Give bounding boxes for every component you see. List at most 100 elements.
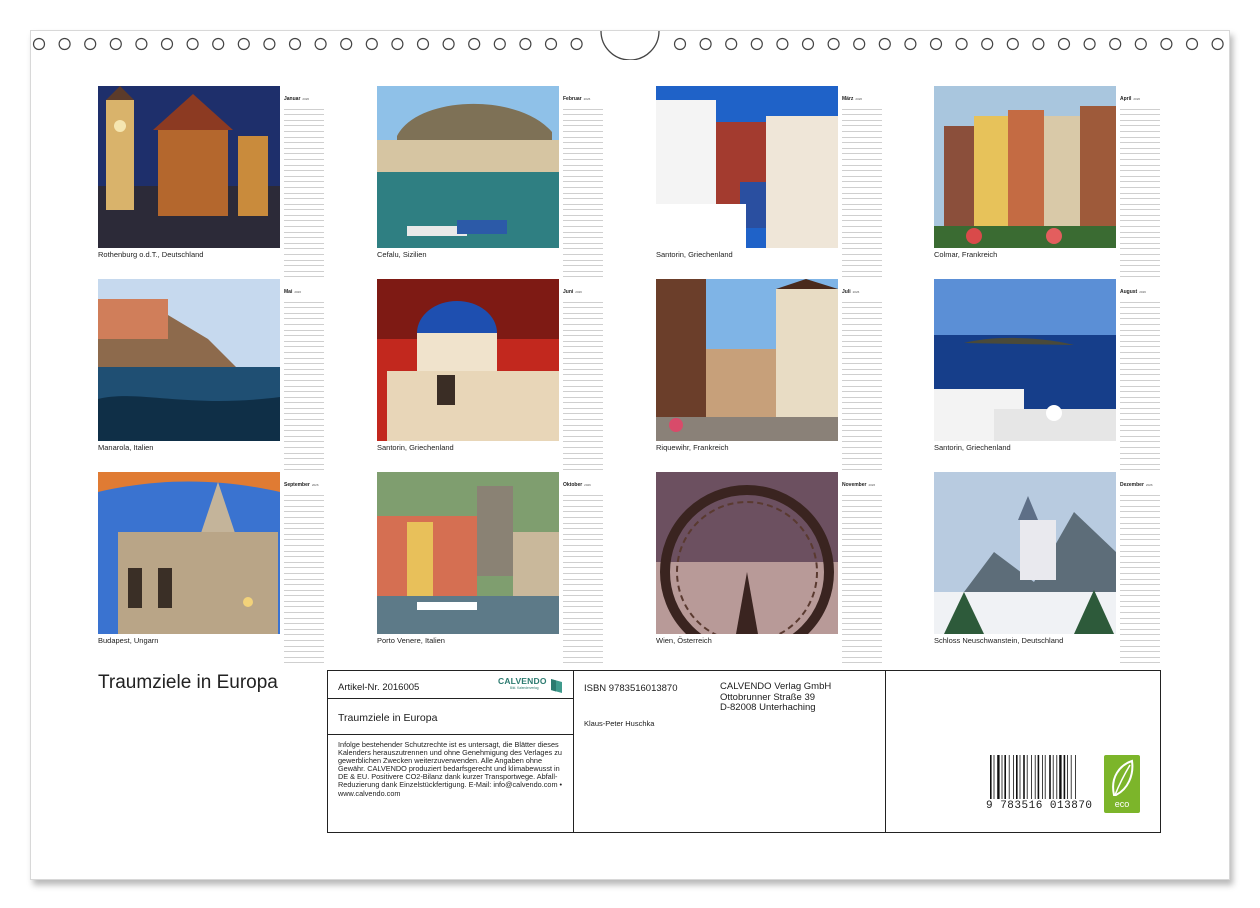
barcode-bar [1026,755,1028,799]
barcode-bar [1013,755,1014,799]
day-line [842,465,882,471]
month-photo [377,472,559,634]
binding-hole [212,37,225,51]
month-calendar: Juni 2026 [563,289,603,471]
month-photo [98,86,280,248]
logo-tagline: Bild. Kalenderverlag [510,686,539,690]
binding-hole [955,37,968,51]
article-number: Artikel-Nr. 2016005 [338,682,420,693]
binding-rings [32,30,1224,60]
calendar-title: Traumziele in Europa [98,672,278,693]
binding-hole [109,37,122,51]
barcode-bar [1001,755,1003,799]
photo-caption: Budapest, Ungarn [98,636,159,645]
day-line [284,658,324,664]
binding-hole [827,37,840,51]
info-column-product: Artikel-Nr. 2016005 CALVENDO Bild. Kalen… [328,671,574,832]
binding-hole [288,37,302,51]
barcode-bar [1023,755,1025,799]
day-lines [284,297,324,471]
day-lines [842,297,882,471]
month-label: Oktober [563,482,583,488]
month-name: Dezember 2026 [1120,482,1160,488]
day-lines [1120,490,1160,664]
photo-caption: Wien, Österreich [656,636,712,645]
month-label: August [1120,289,1138,295]
month-panel: Budapest, Ungarn September 2026 [98,472,338,664]
publisher-address: CALVENDO Verlag GmbH Ottobrunner Straße … [720,681,831,714]
month-year: 2026 [868,483,876,487]
month-photo [98,279,280,441]
binding-hole [237,37,250,51]
binding-hole [416,37,430,51]
calvendo-mark-icon [551,679,562,693]
month-panel: Santorin, Griechenland Juni 2026 [377,279,617,471]
month-photo [377,279,559,441]
barcode-bar [1019,755,1021,799]
photo-caption: Santorin, Griechenland [934,443,1011,452]
barcode-bar [1067,755,1068,799]
day-line [284,465,324,471]
binding-hole [135,37,148,51]
month-photo [656,86,838,248]
month-name: Mai 2026 [284,289,324,295]
month-calendar: Juli 2026 [842,289,882,471]
month-year: 2026 [584,483,591,487]
month-year: 2026 [855,97,863,101]
barcode-bar [1059,755,1062,799]
month-panel: Wien, Österreich November 2026 [656,472,896,664]
barcode-bar [1004,755,1006,799]
binding-hole [878,37,891,51]
month-label: April [1120,96,1132,102]
binding-hole [442,37,455,51]
binding-hole [1109,37,1122,51]
binding-hole [365,37,378,51]
info-box: Artikel-Nr. 2016005 CALVENDO Bild. Kalen… [327,670,1161,833]
barcode-bar [1016,755,1018,799]
month-year: 2026 [302,97,310,101]
month-name: März 2026 [842,96,882,102]
photo-image [934,472,1116,634]
isbn: ISBN 9783516013870 [584,683,678,694]
day-line [1120,658,1160,664]
publisher-city: D-82008 Unterhaching [720,702,816,713]
month-label: Mai [284,289,293,295]
legal-notice: Infolge bestehender Schutzrechte ist es … [338,740,563,798]
binding-hole [981,37,994,51]
binding-hole [750,37,763,51]
month-name: November 2026 [842,482,882,488]
barcode-bar [997,755,1000,799]
info-column-barcode: 9 783516 013870 eco [886,671,1159,832]
binding-hole [1211,37,1224,51]
barcode-bar [1070,755,1072,799]
photo-caption: Rothenburg o.d.T., Deutschland [98,250,204,259]
binding-hole [725,37,738,51]
photo-image [934,86,1116,248]
month-panel: Colmar, Frankreich April 2026 [934,86,1174,278]
binding-hole [1032,37,1045,51]
binding-hole [263,37,276,51]
month-photo [656,472,838,634]
info-column-isbn: ISBN 9783516013870 Klaus-Peter Huschka C… [574,671,886,832]
day-line [563,658,603,664]
barcode-bar [1056,755,1058,799]
binding-hole [1057,37,1071,51]
month-panel: Santorin, Griechenland März 2026 [656,86,896,278]
month-year: 2026 [311,483,319,487]
month-panel: Rothenburg o.d.T., Deutschland Januar 2026 [98,86,338,278]
month-name: April 2026 [1120,96,1160,102]
month-calendar: Januar 2026 [284,96,324,278]
author: Klaus-Peter Huschka [584,719,655,728]
month-label: Dezember [1120,482,1144,488]
binding-hole [519,37,532,51]
photo-image [377,279,559,441]
month-label: November [842,482,867,488]
month-calendar: Mai 2026 [284,289,324,471]
day-lines [284,104,324,278]
barcode-bars-icon [990,755,1076,799]
binding-hole [544,37,558,51]
photo-image [656,86,838,248]
binding-hole [776,37,789,51]
month-panel: Cefalu, Sizilien Februar 2026 [377,86,617,278]
logo-wordmark: CALVENDO [498,676,547,686]
